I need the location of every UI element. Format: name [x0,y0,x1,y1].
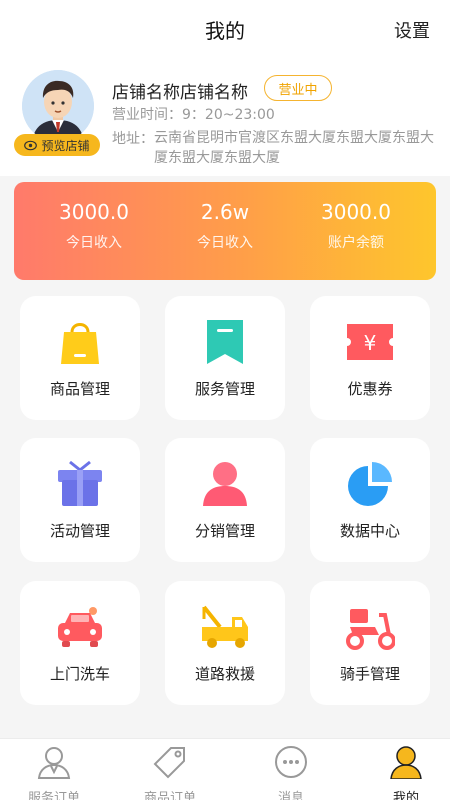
stat-label: 今日收入 [66,235,122,251]
tag-icon [153,747,185,779]
grid-item-activity-management[interactable]: 活动管理 [20,438,140,562]
store-name: 店铺名称店铺名称 [112,83,248,103]
grid-item-data-center[interactable]: 数据中心 [310,438,430,562]
income-summary-card: 3000.0 今日收入 2.6w 今日收入 3000.0 账户余额 [14,182,436,280]
bottom-tab-bar: 服务订单 商品订单 消息 我的 [0,738,450,800]
grid-item-label: 优惠券 [347,380,393,398]
person-filled-icon [390,746,422,780]
grid-item-rider-management[interactable]: 骑手管理 [310,581,430,705]
avatar-illustration [22,70,94,142]
grid-item-home-car-wash[interactable]: 上门洗车 [20,581,140,705]
address-text: 云南省昆明市官渡区东盟大厦东盟大厦东盟大厦东盟大厦东盟大厦 [154,130,434,166]
business-hours: 营业时间：9：20~23:00 [112,107,275,123]
tab-label: 消息 [277,791,304,800]
grid-item-coupon[interactable]: ¥ 优惠券 [310,296,430,420]
gift-icon [58,460,102,506]
grid-item-product-management[interactable]: 商品管理 [20,296,140,420]
grid-item-label: 数据中心 [339,522,400,540]
scooter-icon [346,609,395,650]
grid-item-label: 商品管理 [49,380,110,398]
avatar[interactable] [22,70,94,142]
stat-today-income-2[interactable]: 2.6w 今日收入 [155,200,295,252]
grid-item-distribution-management[interactable]: 分销管理 [165,438,285,562]
tab-service-orders[interactable]: 服务订单 [14,745,94,800]
page-title: 我的 [205,19,245,43]
pie-chart-icon [348,462,392,506]
tab-messages[interactable]: 消息 [251,745,331,800]
chat-bubble-icon [275,746,307,778]
store-profile: 预览店铺 店铺名称店铺名称 营业中 营业时间：9：20~23:00 地址： 云南… [0,56,450,176]
status-badge: 营业中 [264,75,332,101]
top-bar: 我的 设置 [0,0,450,56]
stat-label: 今日收入 [197,235,253,251]
stat-value: 3000.0 [59,200,129,224]
person-icon [203,462,247,506]
grid-item-label: 道路救援 [194,665,255,683]
svg-text:¥: ¥ [364,331,377,355]
stat-value: 2.6w [200,200,250,224]
settings-button[interactable]: 设置 [394,17,430,43]
tab-product-orders[interactable]: 商品订单 [130,745,210,800]
person-outline-icon [37,747,71,779]
preview-store-button[interactable]: 预览店铺 [14,134,100,156]
stat-label: 账户余额 [328,235,384,251]
grid-item-label: 分销管理 [194,522,255,540]
tab-label: 商品订单 [143,791,196,800]
shopping-bag-icon [61,323,99,364]
grid-item-label: 上门洗车 [49,665,110,683]
grid-item-road-rescue[interactable]: 道路救援 [165,581,285,705]
grid-item-service-management[interactable]: 服务管理 [165,296,285,420]
address-label: 地址： [112,131,154,147]
coupon-icon: ¥ [347,324,393,360]
grid-item-label: 骑手管理 [339,665,400,683]
tab-mine[interactable]: 我的 [366,745,446,800]
tow-truck-icon [202,605,248,648]
grid-item-label: 服务管理 [194,380,255,398]
stat-today-income[interactable]: 3000.0 今日收入 [24,200,164,252]
stat-value: 3000.0 [321,200,391,224]
tab-label: 我的 [392,791,419,800]
preview-store-label: 预览店铺 [41,138,90,153]
eye-icon [24,140,38,150]
grid-item-label: 活动管理 [49,522,110,540]
bookmark-icon [207,320,243,364]
stat-account-balance[interactable]: 3000.0 账户余额 [286,200,426,252]
car-icon [58,607,102,647]
tab-label: 服务订单 [27,791,80,800]
